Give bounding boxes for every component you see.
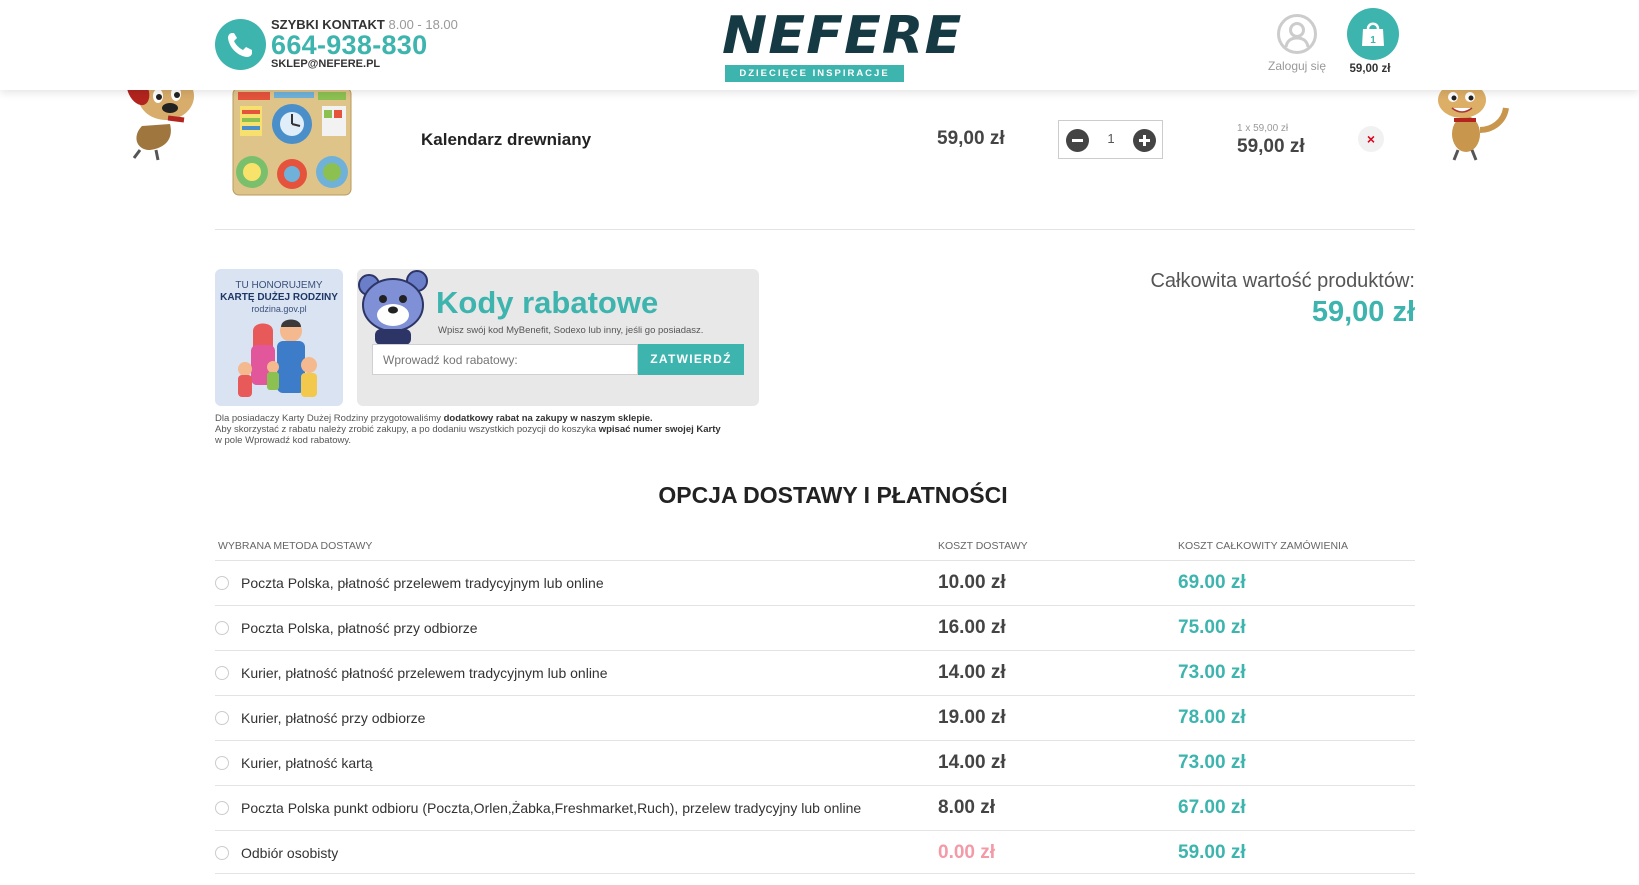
kdr-note: Dla posiadaczy Karty Dużej Rodziny przyg… [215,413,721,446]
discount-code-input[interactable] [372,344,638,375]
family-illustration [238,319,317,397]
delivery-option-total: 69.00 zł [1178,572,1246,593]
product-name[interactable]: Kalendarz drewniany [421,130,591,150]
delivery-option-total: 73.00 zł [1178,752,1246,773]
submit-code-button[interactable]: ZATWIERDŹ [638,344,744,375]
delivery-option[interactable]: Poczta Polska, płatność przelewem tradyc… [215,560,1415,605]
delivery-option-name: Odbiór osobisty [241,845,339,861]
radio-icon[interactable] [215,756,229,770]
divider [215,229,1415,230]
delivery-option-name: Kurier, płatność przy odbiorze [241,710,426,726]
product-price: 59,00 zł [937,128,1005,149]
radio-icon[interactable] [215,711,229,725]
user-icon [1277,14,1317,54]
delivery-option-cost: 8.00 zł [938,797,996,818]
delivery-option-cost: 14.00 zł [938,752,1006,773]
radio-icon[interactable] [215,846,229,860]
bear-mascot-icon [355,269,431,352]
products-total-label: Całkowita wartość produktów: [1150,270,1415,292]
line-detail: 1 x 59,00 zł [1237,123,1289,134]
cart-button[interactable]: 1 59,00 zł [1345,8,1401,75]
delivery-option-cost: 14.00 zł [938,662,1006,683]
quantity-value[interactable]: 1 [1089,131,1133,146]
delivery-option-name: Poczta Polska punkt odbioru (Poczta,Orle… [241,800,862,816]
product-image[interactable] [230,87,356,198]
products-total-value: 59,00 zł [1311,296,1415,328]
delivery-option[interactable]: Kurier, płatność płatność przelewem trad… [215,650,1415,695]
delivery-option-total: 78.00 zł [1178,707,1246,728]
radio-icon[interactable] [215,801,229,815]
contact-phone[interactable]: 664-938-830 [271,30,427,61]
delivery-option[interactable]: Poczta Polska punkt odbioru (Poczta,Orle… [215,785,1415,830]
delivery-option-cost: 16.00 zł [938,617,1006,638]
delivery-option-name: Kurier, płatność kartą [241,755,373,771]
contact-email[interactable]: SKLEP@NEFERE.PL [271,58,380,70]
site-header: SZYBKI KONTAKT 8.00 - 18.00 664-938-830 … [0,0,1639,90]
cart-total: 59,00 zł [1349,63,1391,75]
discount-codes-title: Kody rabatowe [436,285,659,320]
login-label: Zaloguj się [1267,59,1327,73]
discount-codes-panel: Kody rabatowe Wpisz swój kod MyBenefit, … [357,269,759,406]
radio-icon[interactable] [215,666,229,680]
login-button[interactable]: Zaloguj się [1263,14,1331,73]
delivery-option-name: Kurier, płatność płatność przelewem trad… [241,665,608,681]
phone-icon[interactable] [215,19,266,70]
minus-icon[interactable] [1066,129,1089,152]
delivery-option-name: Poczta Polska, płatność przelewem tradyc… [241,575,604,591]
discount-codes-subtitle: Wpisz swój kod MyBenefit, Sodexo lub inn… [438,325,704,336]
close-icon[interactable]: × [1358,126,1384,152]
delivery-option-total: 75.00 zł [1178,617,1246,638]
logo-text: NEFERE [722,5,963,66]
radio-icon[interactable] [215,576,229,590]
delivery-option-total: 59.00 zł [1178,842,1246,863]
delivery-option[interactable]: Kurier, płatność przy odbiorze 19.00 zł … [215,695,1415,740]
plus-icon[interactable] [1133,129,1156,152]
delivery-option-name: Poczta Polska, płatność przy odbiorze [241,620,478,636]
delivery-option-cost: 10.00 zł [938,572,1006,593]
delivery-option[interactable]: Poczta Polska, płatność przy odbiorze 16… [215,605,1415,650]
delivery-option-total: 73.00 zł [1178,662,1246,683]
col-header-method: WYBRANA METODA DOSTAWY [218,540,373,552]
divider [215,873,1415,874]
large-family-card-banner[interactable]: TU HONORUJEMY KARTĘ DUŻEJ RODZINY rodzin… [215,269,343,406]
shopping-bag-icon: 1 [1347,8,1399,60]
col-header-total: KOSZT CAŁKOWITY ZAMÓWIENIA [1178,540,1348,552]
line-total: 59,00 zł [1237,136,1305,157]
delivery-option-cost: 19.00 zł [938,707,1006,728]
quantity-stepper: 1 [1058,120,1163,159]
logo-tagline: DZIECIĘCE INSPIRACJE [725,65,904,82]
delivery-section-title: OPCJA DOSTAWY I PŁATNOŚCI [658,482,1008,508]
delivery-option[interactable]: Odbiór osobisty 0.00 zł 59.00 zł [215,830,1415,875]
cart-count: 1 [1370,35,1376,46]
delivery-option-total: 67.00 zł [1178,797,1246,818]
radio-icon[interactable] [215,621,229,635]
delivery-option-cost: 0.00 zł [938,842,996,863]
logo[interactable]: NEFERE DZIECIĘCE INSPIRACJE [722,5,963,84]
delivery-option[interactable]: Kurier, płatność kartą 14.00 zł 73.00 zł [215,740,1415,785]
col-header-cost: KOSZT DOSTAWY [938,540,1028,552]
